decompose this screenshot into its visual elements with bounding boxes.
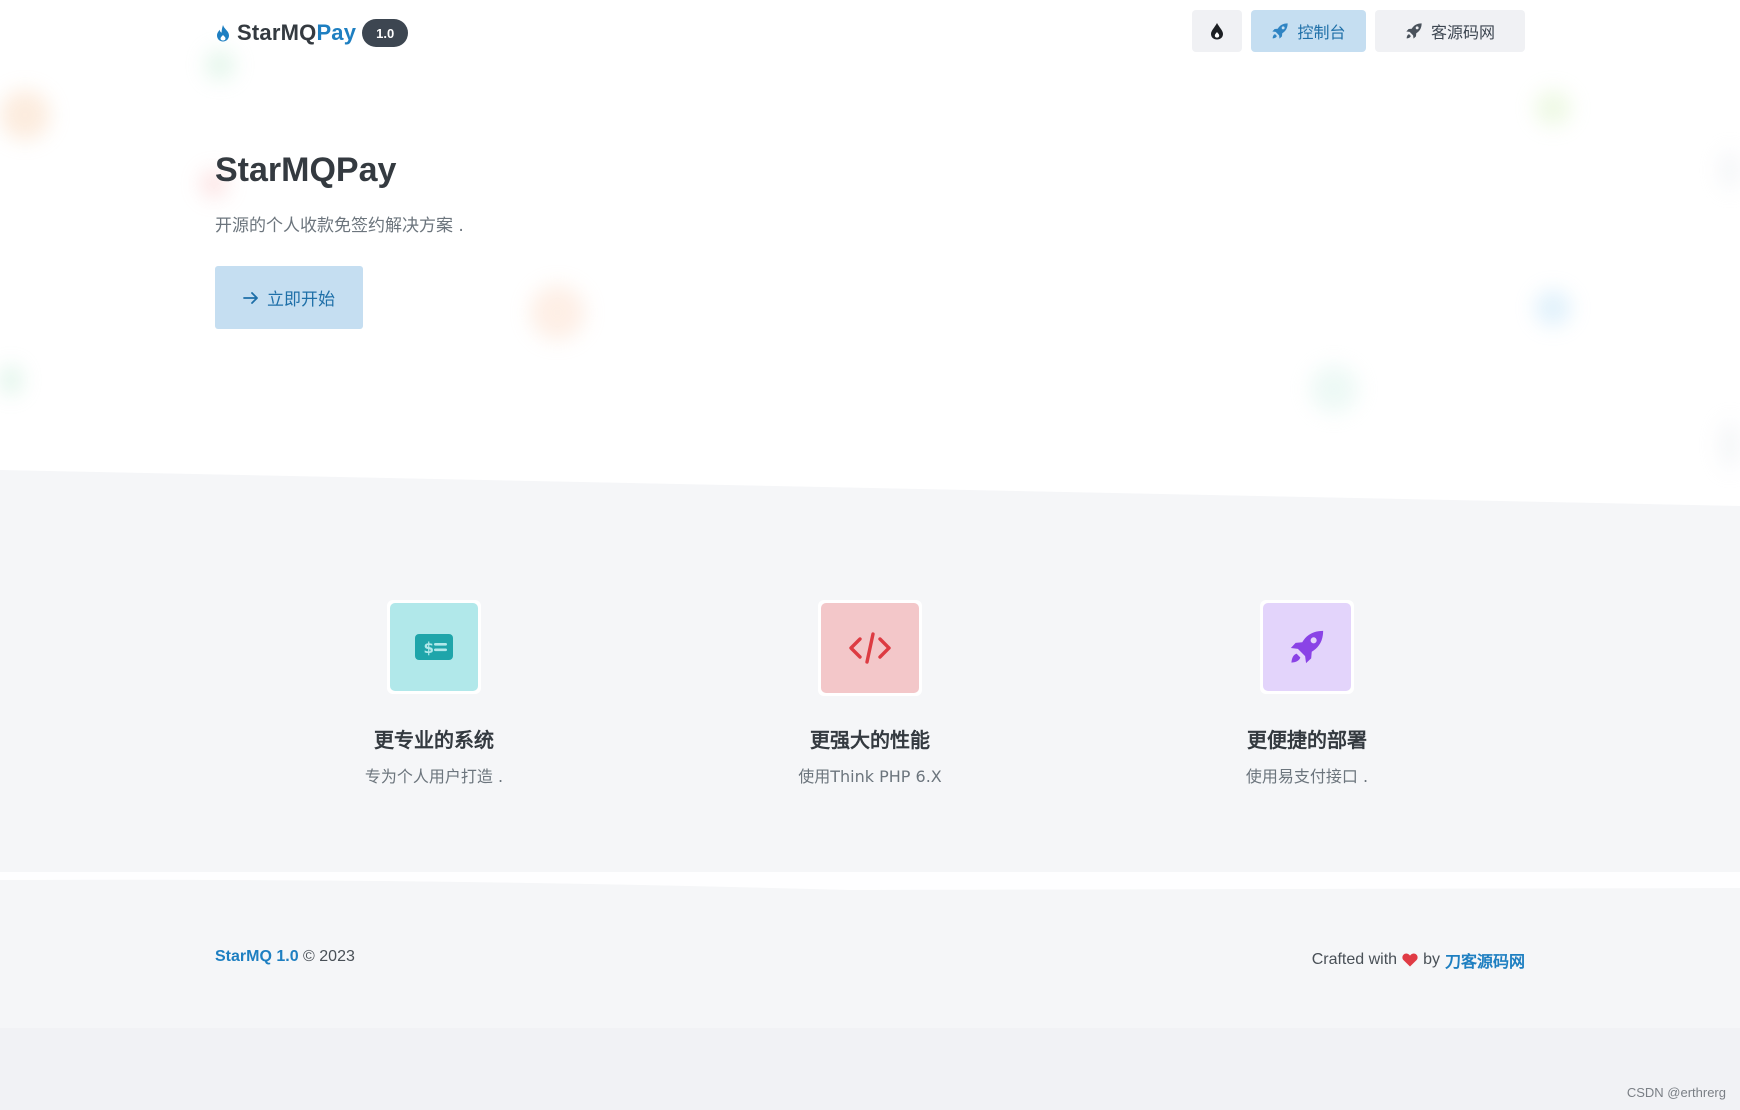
copyright-text: © 2023 xyxy=(303,948,355,965)
feature-icon-frame xyxy=(1260,600,1354,694)
footer-credits: Crafted with by 刀客源码网 xyxy=(1312,948,1525,972)
decor-dot xyxy=(1535,90,1571,126)
feature-performance: 更强大的性能 使用Think PHP 6.X xyxy=(720,600,1020,787)
hero-subtitle: 开源的个人收款免签约解决方案 . xyxy=(215,215,464,236)
rocket-icon xyxy=(1272,23,1289,39)
code-icon xyxy=(849,632,891,664)
site-header: StarMQPay 1.0 控制台 客源码网 xyxy=(215,10,1525,54)
rocket-icon xyxy=(1406,23,1422,39)
hero-title: StarMQPay xyxy=(215,151,397,189)
bottom-band xyxy=(0,1028,1740,1110)
feature-title: 更专业的系统 xyxy=(374,728,494,752)
decor-dot xyxy=(0,365,22,395)
source-site-button[interactable]: 客源码网 xyxy=(1375,10,1525,52)
feature-icon-box xyxy=(1263,603,1351,691)
rocket-icon xyxy=(1290,630,1324,664)
footer-copyright: StarMQ 1.0 © 2023 xyxy=(215,948,355,966)
start-button[interactable]: 立即开始 xyxy=(215,266,363,329)
footer-brand-link[interactable]: StarMQ 1.0 xyxy=(215,948,299,965)
feature-icon-frame xyxy=(818,600,922,696)
feature-title: 更强大的性能 xyxy=(810,728,930,752)
logo-text: StarMQPay xyxy=(237,20,357,45)
decor-dot xyxy=(1720,420,1740,470)
feature-title: 更便捷的部署 xyxy=(1247,728,1367,752)
decor-dot xyxy=(1310,365,1358,413)
hero-section: StarMQPay 开源的个人收款免签约解决方案 . 立即开始 xyxy=(215,150,1015,329)
feature-desc: 使用易支付接口 . xyxy=(1245,767,1369,786)
source-site-button-label: 客源码网 xyxy=(1430,23,1495,42)
crafted-by-text: by xyxy=(1423,951,1440,968)
decor-dot xyxy=(530,285,585,340)
console-button-label: 控制台 xyxy=(1297,23,1346,42)
watermark-text: CSDN @erthrerg xyxy=(1626,1085,1726,1100)
crafted-text: Crafted with xyxy=(1311,951,1398,968)
author-link[interactable]: 刀客源码网 xyxy=(1445,948,1525,972)
arrow-right-icon xyxy=(243,291,258,304)
decor-dot xyxy=(1720,150,1740,190)
feature-icon-box: $ xyxy=(390,603,478,691)
money-bill-icon: $ xyxy=(415,634,453,660)
feature-professional: $ 更专业的系统 专为个人用户打造 . xyxy=(284,600,584,787)
feature-icon-box xyxy=(821,603,919,693)
site-logo[interactable]: StarMQPay 1.0 xyxy=(215,16,409,50)
decor-dot xyxy=(1535,290,1571,326)
droplet-icon xyxy=(1211,23,1223,40)
header-actions: 控制台 客源码网 xyxy=(1192,10,1525,52)
heart-icon xyxy=(1402,953,1418,967)
version-badge: 1.0 xyxy=(362,19,409,47)
flame-icon xyxy=(217,25,229,42)
decor-dot xyxy=(205,50,235,80)
feature-deployment: 更便捷的部署 使用易支付接口 . xyxy=(1157,600,1457,787)
feature-desc: 使用Think PHP 6.X xyxy=(798,767,942,786)
features-row: $ 更专业的系统 专为个人用户打造 . 更强大的性能 使用Think PHP 6… xyxy=(0,600,1740,790)
svg-text:$: $ xyxy=(424,639,434,657)
site-footer: StarMQ 1.0 © 2023 Crafted with by 刀客源码网 xyxy=(215,948,1525,972)
console-button[interactable]: 控制台 xyxy=(1251,10,1366,52)
feature-icon-frame: $ xyxy=(387,600,481,694)
hero-background xyxy=(0,0,1740,520)
theme-toggle-button[interactable] xyxy=(1192,10,1242,52)
feature-desc: 专为个人用户打造 . xyxy=(364,767,504,786)
decor-dot xyxy=(0,90,50,140)
start-button-label: 立即开始 xyxy=(267,290,335,310)
